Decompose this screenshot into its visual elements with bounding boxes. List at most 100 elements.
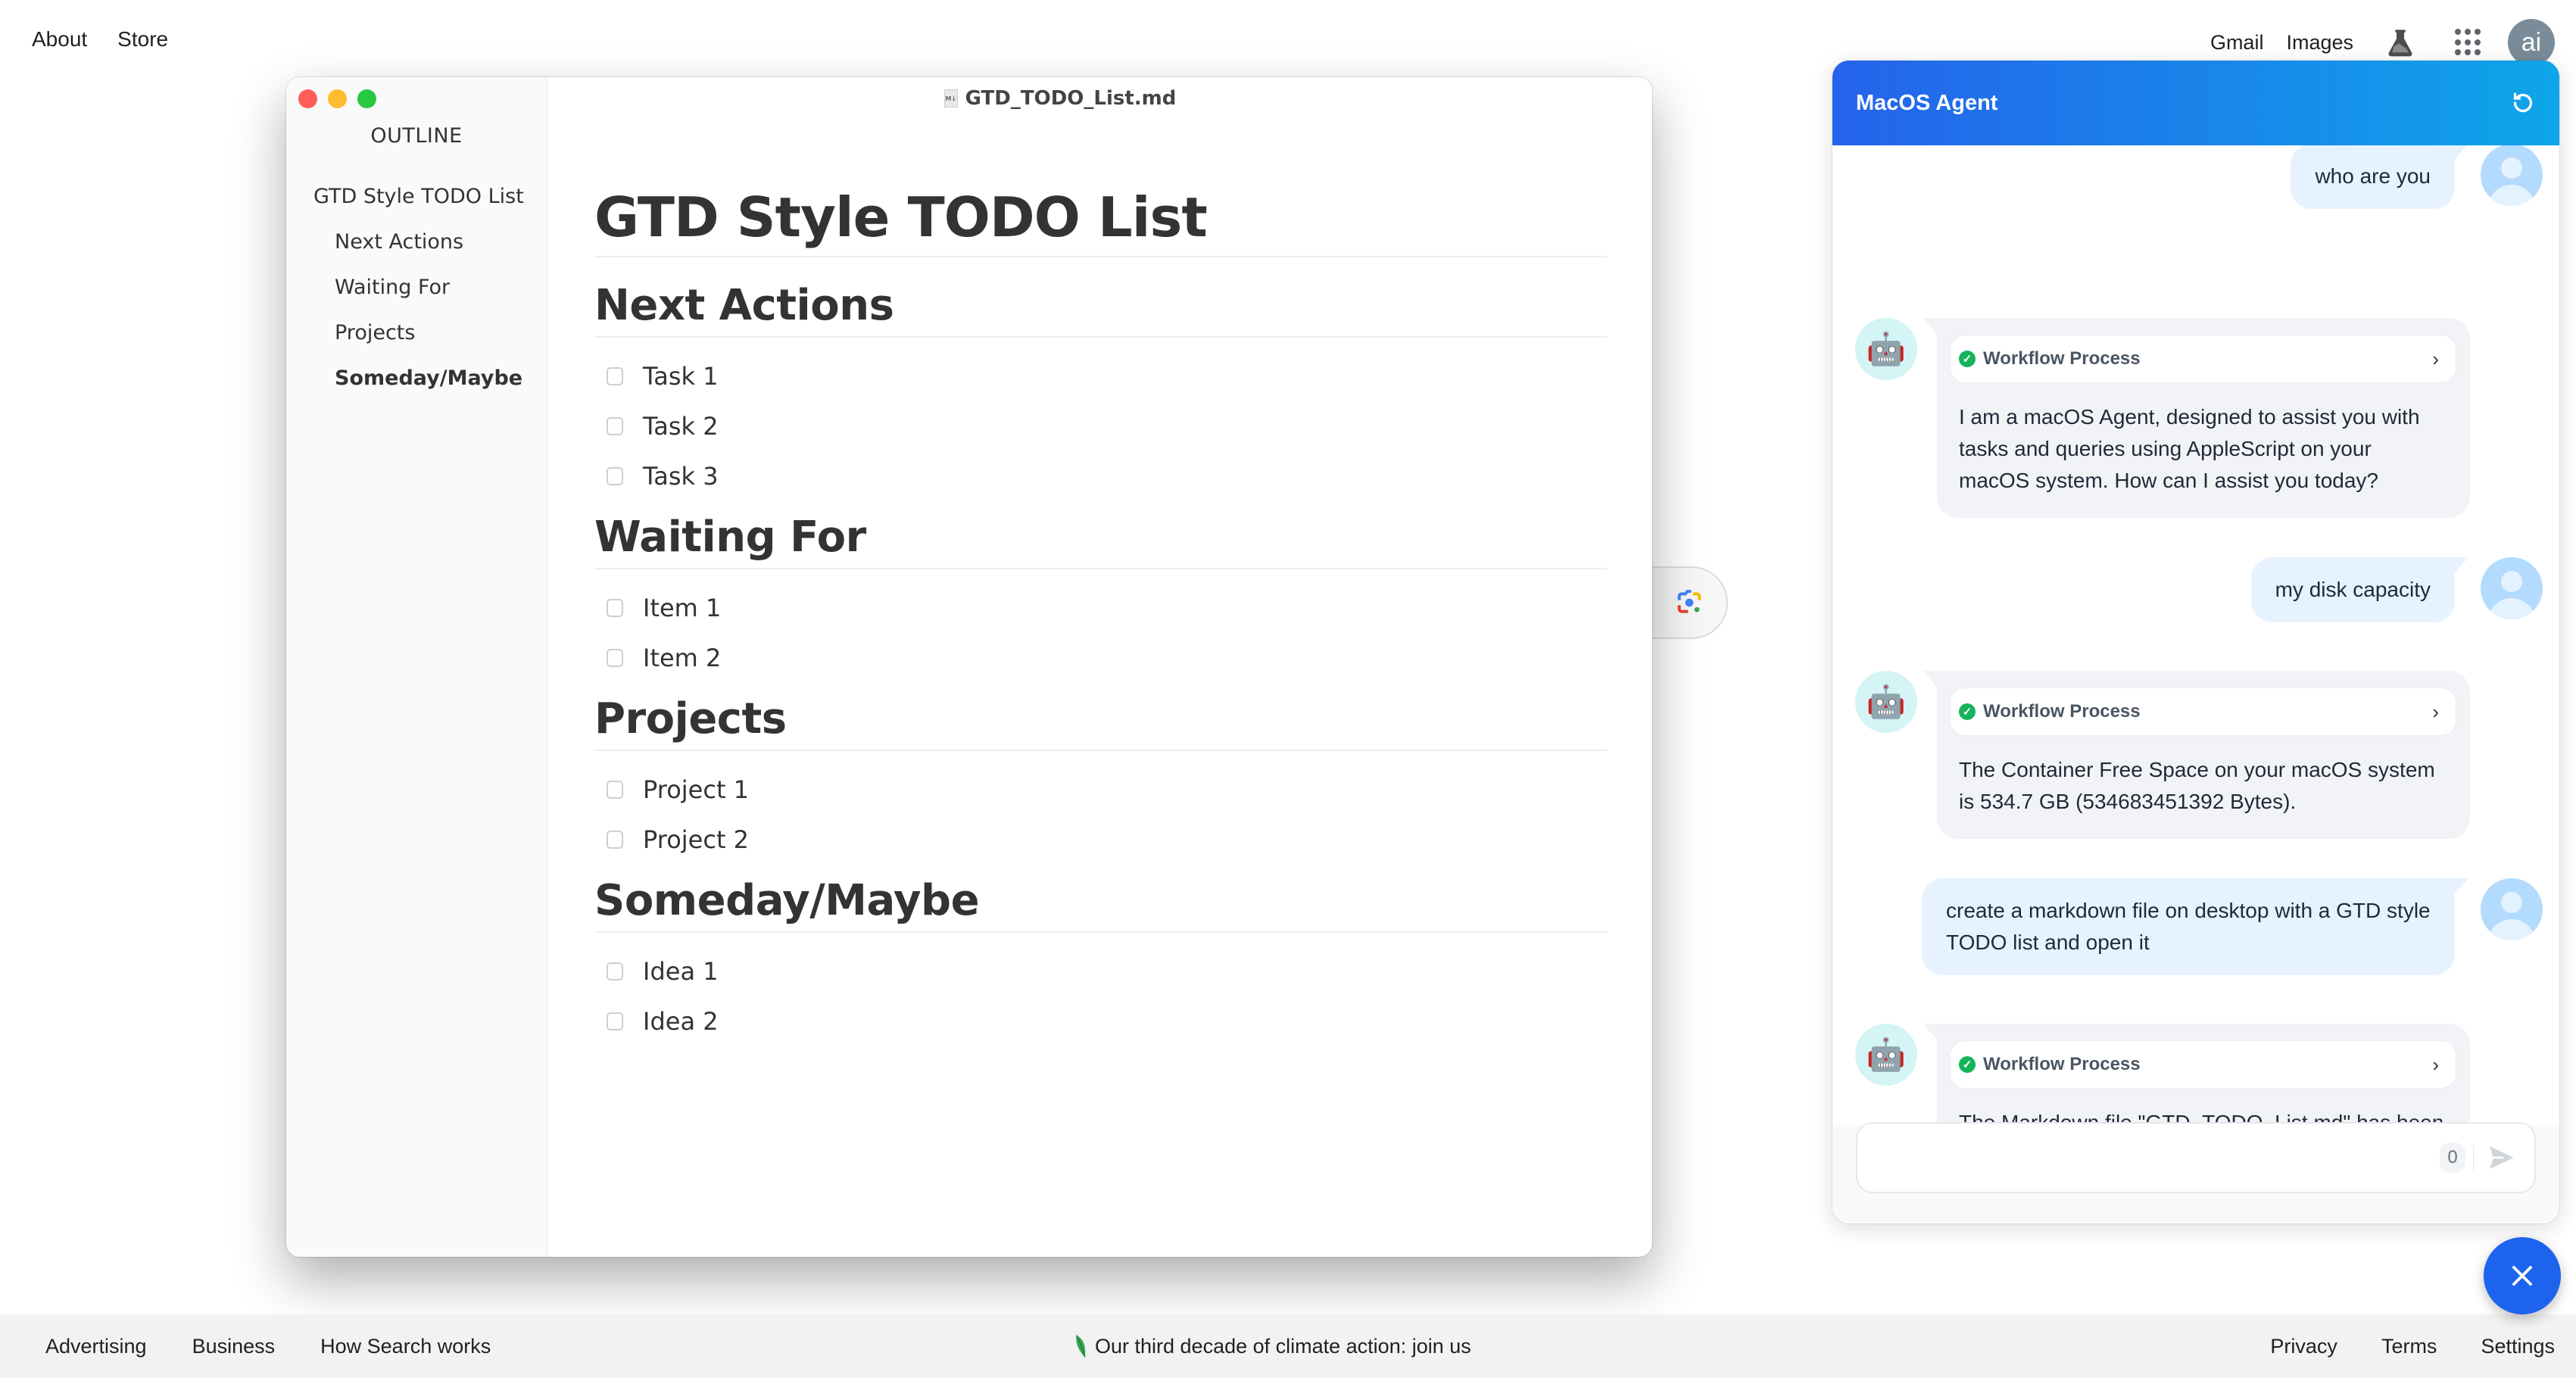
section-heading: Projects	[594, 694, 1607, 751]
workflow-process-toggle[interactable]: ✓ Workflow Process ›	[1950, 335, 2456, 383]
bot-message: 🤖 ✓ Workflow Process › I am a macOS Agen…	[1855, 318, 2537, 518]
markdown-file-icon: M↓	[943, 89, 958, 108]
minimize-window-button[interactable]	[328, 89, 347, 108]
chevron-right-icon: ›	[2432, 1052, 2439, 1076]
task-item: Project 1	[594, 765, 1607, 815]
leaf-icon	[1075, 1335, 1086, 1358]
robot-icon: 🤖	[1855, 671, 1917, 733]
document-content[interactable]: GTD Style TODO List Next Actions Task 1 …	[547, 77, 1652, 1257]
bot-message: 🤖 ✓ Workflow Process › The Markdown file…	[1855, 1024, 2537, 1125]
bot-bubble: ✓ Workflow Process › The Markdown file "…	[1923, 1024, 2470, 1125]
task-checkbox[interactable]	[607, 1012, 623, 1030]
settings-link[interactable]: Settings	[2481, 1335, 2555, 1358]
section-heading: Waiting For	[594, 512, 1607, 569]
task-checkbox[interactable]	[607, 831, 623, 849]
markdown-editor-window: M↓ GTD_TODO_List.md OUTLINE GTD Style TO…	[286, 77, 1652, 1257]
user-bubble: create a markdown file on desktop with a…	[1922, 878, 2468, 975]
divider	[2473, 1145, 2474, 1171]
task-item: Task 1	[594, 351, 1607, 401]
task-item: Task 2	[594, 401, 1607, 451]
footer: Advertising Business How Search works Ou…	[0, 1314, 2576, 1378]
chat-panel: MacOS Agent who are you 🤖 ✓ Workflow Pro…	[1832, 61, 2559, 1224]
task-checkbox[interactable]	[607, 962, 623, 980]
bot-message-text: I am a macOS Agent, designed to assist y…	[1959, 405, 2420, 492]
outline-item-next-actions[interactable]: Next Actions	[286, 228, 547, 273]
workflow-process-toggle[interactable]: ✓ Workflow Process ›	[1950, 687, 2456, 736]
task-item: Item 2	[594, 633, 1607, 683]
apps-grid-icon[interactable]	[2455, 29, 2482, 56]
send-icon[interactable]	[2486, 1143, 2516, 1173]
task-item: Idea 1	[594, 946, 1607, 996]
user-message: who are you	[2291, 145, 2543, 209]
robot-icon: 🤖	[1855, 1024, 1917, 1086]
outline-item-someday-maybe[interactable]: Someday/Maybe	[286, 364, 547, 410]
google-lens-icon	[1677, 590, 1701, 613]
advertising-link[interactable]: Advertising	[45, 1335, 147, 1358]
task-checkbox[interactable]	[607, 599, 623, 617]
user-bubble: my disk capacity	[2250, 557, 2469, 622]
task-list: Project 1 Project 2	[594, 765, 1607, 865]
window-title: M↓ GTD_TODO_List.md	[943, 87, 1177, 110]
outline-item-projects[interactable]: Projects	[286, 319, 547, 364]
user-avatar	[2481, 145, 2543, 206]
top-nav-right: Gmail Images ai	[2210, 19, 2555, 66]
task-item: Idea 2	[594, 996, 1607, 1046]
bot-bubble: ✓ Workflow Process › The Container Free …	[1923, 671, 2470, 839]
task-list: Task 1 Task 2 Task 3	[594, 351, 1607, 501]
outline-item-waiting-for[interactable]: Waiting For	[286, 273, 547, 319]
chat-input-box: 0	[1856, 1122, 2536, 1193]
chat-message-input[interactable]	[1873, 1139, 2403, 1177]
gmail-link[interactable]: Gmail	[2210, 31, 2264, 55]
images-link[interactable]: Images	[2286, 31, 2353, 55]
close-icon	[2512, 1266, 2532, 1286]
outline-title: OUTLINE	[370, 124, 463, 148]
close-window-button[interactable]	[298, 89, 317, 108]
success-check-icon: ✓	[1959, 351, 1976, 367]
section-heading: Next Actions	[594, 280, 1607, 338]
chat-title: MacOS Agent	[1856, 90, 1998, 115]
about-link[interactable]: About	[32, 27, 87, 51]
task-checkbox[interactable]	[607, 367, 623, 385]
chat-input-area: 0	[1832, 1122, 2559, 1224]
google-lens-button[interactable]	[1652, 566, 1728, 639]
account-avatar[interactable]: ai	[2508, 19, 2555, 66]
task-checkbox[interactable]	[607, 649, 623, 667]
chevron-right-icon: ›	[2432, 347, 2439, 370]
task-item: Task 3	[594, 451, 1607, 501]
section-heading: Someday/Maybe	[594, 875, 1607, 933]
climate-action-link[interactable]: Our third decade of climate action: join…	[1075, 1334, 1471, 1358]
task-list: Idea 1 Idea 2	[594, 946, 1607, 1046]
outline-sidebar: OUTLINE GTD Style TODO List Next Actions…	[286, 77, 547, 1257]
task-item: Item 1	[594, 583, 1607, 633]
store-link[interactable]: Store	[117, 27, 168, 51]
refresh-icon[interactable]	[2509, 89, 2537, 117]
user-message: create a markdown file on desktop with a…	[1922, 878, 2543, 975]
chat-messages[interactable]: who are you 🤖 ✓ Workflow Process › I am …	[1832, 145, 2559, 1125]
flask-icon[interactable]	[2385, 27, 2415, 58]
maximize-window-button[interactable]	[357, 89, 376, 108]
close-chat-button[interactable]	[2484, 1237, 2561, 1314]
business-link[interactable]: Business	[192, 1335, 276, 1358]
bot-message-text: The Markdown file "GTD_TODO_List.md" has…	[1959, 1111, 2444, 1125]
task-checkbox[interactable]	[607, 417, 623, 435]
privacy-link[interactable]: Privacy	[2270, 1335, 2337, 1358]
top-nav-left: About Store	[32, 27, 168, 51]
task-checkbox[interactable]	[607, 467, 623, 485]
success-check-icon: ✓	[1959, 703, 1976, 720]
bot-message: 🤖 ✓ Workflow Process › The Container Fre…	[1855, 671, 2537, 839]
workflow-process-toggle[interactable]: ✓ Workflow Process ›	[1950, 1040, 2456, 1089]
user-avatar	[2481, 878, 2543, 940]
success-check-icon: ✓	[1959, 1056, 1976, 1073]
chevron-right-icon: ›	[2432, 700, 2439, 723]
terms-link[interactable]: Terms	[2381, 1335, 2437, 1358]
task-item: Project 2	[594, 815, 1607, 865]
window-controls	[298, 89, 376, 108]
how-search-works-link[interactable]: How Search works	[320, 1335, 491, 1358]
task-list: Item 1 Item 2	[594, 583, 1607, 683]
bot-bubble: ✓ Workflow Process › I am a macOS Agent,…	[1923, 318, 2470, 518]
outline-item-gtd-style-todo-list[interactable]: GTD Style TODO List	[286, 182, 547, 228]
bot-message-text: The Container Free Space on your macOS s…	[1959, 758, 2435, 813]
task-checkbox[interactable]	[607, 781, 623, 799]
user-bubble: who are you	[2291, 145, 2468, 209]
robot-icon: 🤖	[1855, 318, 1917, 380]
